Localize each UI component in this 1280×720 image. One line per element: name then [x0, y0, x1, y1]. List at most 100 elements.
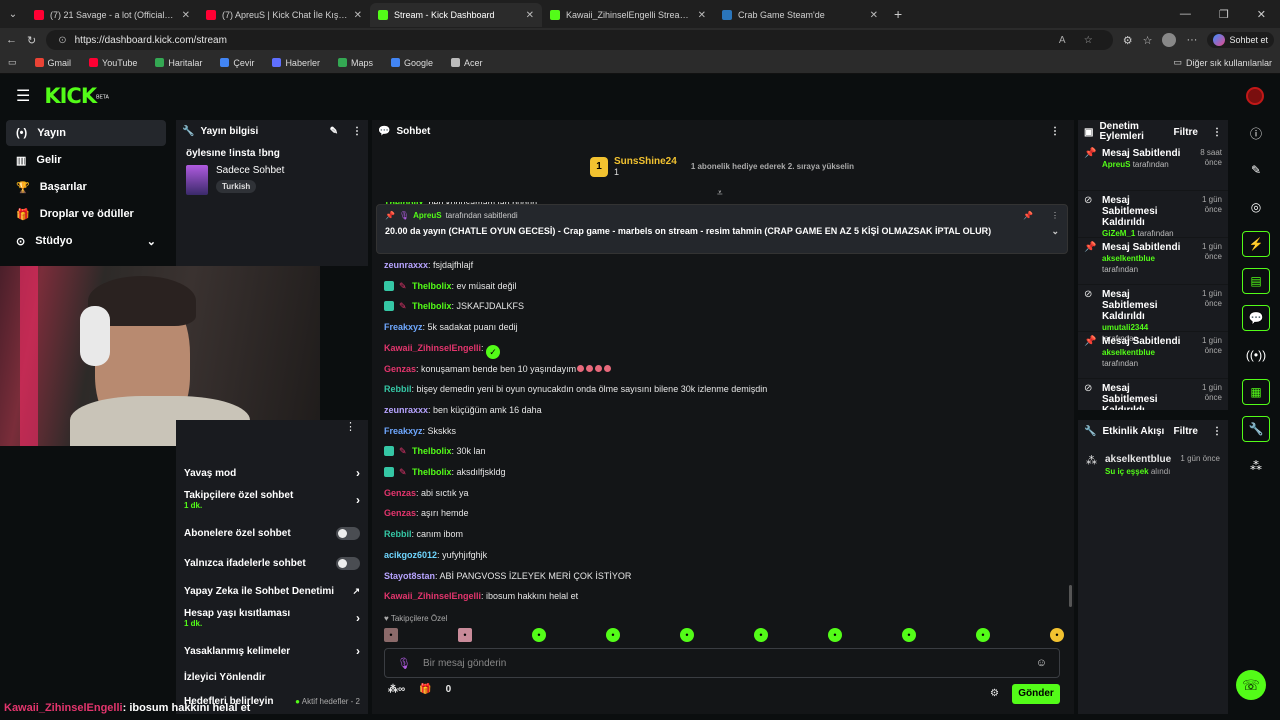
quick-emote-icon[interactable]: • [1050, 628, 1064, 642]
expand-chevron-icon[interactable]: ⌄ [1051, 226, 1059, 237]
quick-emote-icon[interactable]: • [384, 628, 398, 642]
mod-action-user[interactable]: umutali2344 [1102, 323, 1148, 332]
browser-tab[interactable]: (7) ApreuS | Kick Chat İle Kışkırtma ✕ [198, 3, 370, 27]
edit-icon[interactable]: ✎ [330, 126, 338, 137]
chat-username[interactable]: Kawaii_ZihinselEngelli [384, 343, 481, 353]
activity-user[interactable]: akselkentblue [1105, 454, 1171, 465]
chat-setting-row[interactable]: Yavaş mod › [176, 462, 368, 484]
chat-username[interactable]: Freakxyz [384, 322, 423, 332]
bookmark-item[interactable]: Çevir [220, 58, 254, 68]
mod-action-user[interactable]: GiZeM_1 [1102, 229, 1135, 238]
nav-item[interactable]: ▥ Gelir [6, 147, 166, 173]
mod-action-item[interactable]: ⊘ Mesaj Sabitlemesi Kaldırıldı 1 gün önce [1078, 379, 1228, 410]
category-thumbnail[interactable] [186, 165, 208, 195]
camera-icon[interactable]: ◎ [1242, 194, 1270, 220]
circles-icon[interactable]: ⁂ [1242, 453, 1270, 479]
mod-filter-button[interactable]: Filtre [1174, 127, 1198, 138]
chat-setting-row[interactable]: Yasaklanmış kelimeler › [176, 640, 368, 662]
hamburger-menu-icon[interactable]: ☰ [16, 86, 30, 106]
nav-item[interactable]: 🏆 Başarılar [6, 174, 166, 200]
chat-icon[interactable]: 💬 [1242, 305, 1270, 331]
tab-close-icon[interactable]: ✕ [182, 10, 190, 21]
pencil-icon[interactable]: ✎ [1242, 157, 1270, 183]
copilot-button[interactable]: Sohbet et [1207, 32, 1274, 48]
quick-emote-icon[interactable]: • [902, 628, 916, 642]
mod-action-user[interactable]: akselkentblue [1102, 348, 1155, 357]
quick-emote-icon[interactable]: • [680, 628, 694, 642]
nav-item[interactable]: 🎁 Droplar ve ödüller [6, 201, 166, 227]
chat-username[interactable]: Rebbil [384, 529, 412, 539]
quick-emote-icon[interactable]: • [754, 628, 768, 642]
browser-tab[interactable]: (7) 21 Savage - a lot (Official Vide ✕ [26, 3, 198, 27]
collapse-chevron-icon[interactable]: ⩡ [717, 188, 723, 199]
url-field[interactable]: ⊙ https://dashboard.kick.com/stream A ☆ [46, 30, 1113, 50]
tab-close-icon[interactable]: ✕ [526, 10, 534, 21]
points-infinity-icon[interactable]: ⁂∞ [388, 684, 405, 695]
layout-icon[interactable]: ▦ [1242, 379, 1270, 405]
chat-username[interactable]: Thelbolix [412, 467, 452, 477]
chat-setting-row[interactable]: Yapay Zeka ile Sohbet Denetimi ↗ [176, 580, 368, 602]
chat-username[interactable]: Thelbolix [412, 281, 452, 291]
chat-menu-icon[interactable]: ⋮ [1050, 126, 1060, 137]
setting-toggle[interactable] [336, 526, 360, 540]
mic-input-icon[interactable]: 🎙 [397, 657, 411, 670]
send-button[interactable]: Gönder [1012, 684, 1060, 704]
pinned-by-user[interactable]: ApreuS [413, 211, 441, 220]
new-tab-button[interactable]: + [894, 6, 902, 22]
broadcast-icon[interactable]: ((•)) [1242, 342, 1270, 368]
setting-toggle[interactable] [336, 556, 360, 570]
category-name[interactable]: Sadece Sohbet [216, 165, 284, 176]
browser-tab[interactable]: Kawaii_ZihinselEngelli Stream - W ✕ [542, 3, 714, 27]
chat-username[interactable]: Genzas [384, 488, 416, 498]
chat-input[interactable]: 🎙 Bir mesaj gönderin ☺ [384, 648, 1060, 678]
gift-icon[interactable]: 🎁 [419, 684, 431, 695]
activity-filter-button[interactable]: Filtre [1174, 426, 1198, 437]
bookmark-item[interactable]: Acer [451, 58, 483, 68]
tab-close-icon[interactable]: ✕ [870, 10, 878, 21]
document-icon[interactable]: ▤ [1242, 268, 1270, 294]
bookmark-item[interactable]: Haritalar [155, 58, 202, 68]
minimize-icon[interactable]: — [1180, 8, 1191, 21]
profile-avatar[interactable] [1162, 33, 1177, 47]
browser-tab[interactable]: Stream - Kick Dashboard ✕ [370, 3, 542, 27]
mod-action-user[interactable]: ApreuS [1102, 160, 1130, 169]
refresh-icon[interactable]: ↻ [27, 34, 36, 47]
other-bookmarks[interactable]: ▭ Diğer sık kullanılanlar [1173, 57, 1272, 68]
emoji-picker-icon[interactable]: ☺ [1036, 657, 1047, 669]
lightning-icon[interactable]: ⚡ [1242, 231, 1270, 257]
info-icon[interactable]: ⓘ [1242, 120, 1270, 146]
quick-emote-icon[interactable]: • [532, 628, 546, 642]
chat-username[interactable]: Kawaii_ZihinselEngelli [384, 591, 481, 601]
bookmark-item[interactable]: Maps [337, 58, 373, 68]
more-menu-icon[interactable]: ··· [1186, 34, 1197, 46]
panel-menu-icon[interactable]: ⋮ [352, 126, 362, 137]
mod-action-item[interactable]: ⊘ Mesaj Sabitlemesi Kaldırıldı GiZeM_1 tar… [1078, 191, 1228, 238]
chat-username[interactable]: Genzas [384, 508, 416, 518]
chat-username[interactable]: acikgoz6012 [384, 550, 437, 560]
browser-tab[interactable]: Crab Game Steam'de ✕ [714, 3, 886, 27]
mod-action-user[interactable]: akselkentblue [1102, 254, 1155, 263]
chat-username[interactable]: zeunraxxx [384, 260, 428, 270]
chat-scrollbar[interactable] [1069, 585, 1072, 607]
gifter-name[interactable]: SunsShine24 [614, 156, 677, 167]
bookmark-item[interactable]: Haberler [272, 58, 320, 68]
quick-emote-icon[interactable]: • [458, 628, 472, 642]
chat-setting-row[interactable]: Takipçilere özel sohbet 1 dk. › [176, 486, 368, 514]
chat-setting-row[interactable]: Yalnızca ifadelerle sohbet [176, 552, 368, 574]
chat-setting-row[interactable]: Hesap yaşı kısıtlaması 1 dk. › [176, 604, 368, 632]
chat-username[interactable]: Freakxyz [384, 426, 423, 436]
help-button[interactable]: ☏ [1236, 670, 1266, 700]
chat-username[interactable]: Thelbolix [412, 446, 452, 456]
quick-emote-icon[interactable]: • [828, 628, 842, 642]
back-icon[interactable]: ← [6, 34, 17, 46]
quick-emote-icon[interactable]: • [976, 628, 990, 642]
chat-settings-gear-icon[interactable]: ⚙ [990, 688, 999, 699]
bookmark-item[interactable]: YouTube [89, 58, 137, 68]
mod-menu-icon[interactable]: ⋮ [1212, 127, 1222, 138]
favorites-icon[interactable]: ☆ [1143, 34, 1153, 47]
mod-action-item[interactable]: ⊘ Mesaj Sabitlemesi Kaldırıldı umutali2344… [1078, 285, 1228, 343]
chat-setting-row[interactable]: İzleyici Yönlendir [176, 666, 368, 688]
tab-close-icon[interactable]: ✕ [698, 10, 706, 21]
unpin-icon[interactable]: 📌 [1023, 211, 1033, 220]
close-window-icon[interactable]: ✕ [1257, 8, 1266, 21]
